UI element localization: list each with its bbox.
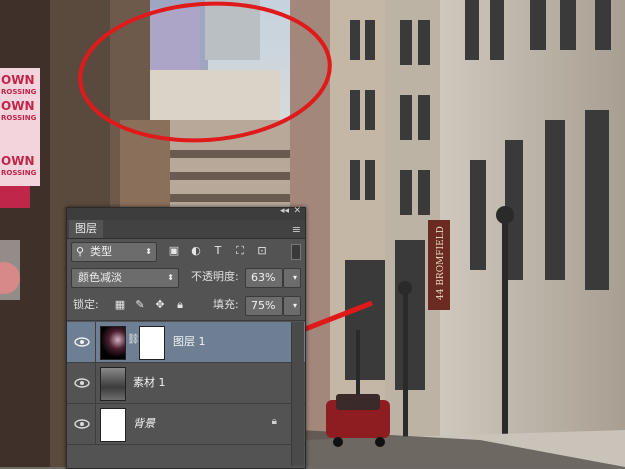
panel-tab-row: 图层 ≡ [67, 220, 305, 239]
layer-thumbnail[interactable] [100, 326, 126, 360]
fill-value: 75% [251, 299, 276, 312]
layer-row-3[interactable]: 背景 🔒︎ [67, 404, 305, 445]
layer-mask-thumbnail[interactable] [139, 326, 165, 360]
svg-text:ROSSING: ROSSING [1, 169, 37, 177]
opacity-field[interactable]: 63% [245, 268, 283, 288]
fill-label: 填充: [213, 298, 239, 311]
opacity-label: 不透明度: [191, 270, 239, 283]
layers-panel: ◂◂ ✕ 图层 ≡ ⚲ 类型 ⬍ ▣ ◐ T ⛶ ⊡ 颜色减淡 ⬍ 不透明度: … [66, 206, 306, 469]
link-icon[interactable]: ⛓ [127, 334, 140, 345]
search-icon: ⚲ [76, 245, 85, 258]
layer-name[interactable]: 背景 [133, 416, 155, 432]
collapse-icon[interactable]: ◂◂ [280, 206, 289, 216]
lock-icon: 🔒︎ [271, 416, 277, 427]
eye-icon[interactable] [73, 375, 91, 391]
store-sign: 44 BROMFIELD [436, 226, 446, 300]
scrollbar[interactable] [291, 322, 304, 466]
svg-text:OWN: OWN [1, 99, 34, 113]
layer-thumbnail[interactable] [100, 367, 126, 401]
svg-text:OWN: OWN [1, 73, 34, 87]
svg-text:ROSSING: ROSSING [1, 114, 37, 122]
filter-type-select[interactable]: ⚲ 类型 ⬍ [71, 242, 157, 262]
pixel-filter-icon[interactable]: ▣ [167, 244, 181, 258]
lock-label: 锁定: [73, 298, 99, 311]
close-icon[interactable]: ✕ [293, 206, 301, 216]
eye-icon[interactable] [73, 334, 91, 350]
chevron-down-icon: ▾ [292, 273, 297, 282]
blend-mode-value: 颜色减淡 [78, 271, 122, 284]
adjustment-filter-icon[interactable]: ◐ [189, 244, 203, 258]
filter-row: ⚲ 类型 ⬍ ▣ ◐ T ⛶ ⊡ [71, 242, 301, 262]
blend-mode-select[interactable]: 颜色减淡 ⬍ [71, 268, 179, 288]
layer-name[interactable]: 图层 1 [173, 334, 206, 350]
panel-menu-icon[interactable]: ≡ [292, 223, 301, 236]
lock-paint-icon[interactable]: ✎ [133, 298, 147, 312]
divider [95, 404, 96, 444]
filter-type-label: 类型 [90, 245, 112, 258]
fill-slider-button[interactable]: ▾ [283, 296, 301, 316]
lock-position-icon[interactable]: ✥ [153, 298, 167, 312]
chevron-updown-icon: ⬍ [167, 273, 174, 282]
lock-transparent-icon[interactable]: ▦ [113, 298, 127, 312]
divider [67, 320, 305, 321]
lock-all-icon[interactable]: 🔒︎ [173, 298, 187, 312]
svg-text:OWN: OWN [1, 154, 34, 168]
divider [95, 363, 96, 403]
lock-row: 锁定: ▦ ✎ ✥ 🔒︎ 填充: 75% ▾ [71, 296, 301, 316]
chevron-updown-icon: ⬍ [145, 247, 152, 256]
opacity-slider-button[interactable]: ▾ [283, 268, 301, 288]
opacity-value: 63% [251, 271, 276, 284]
layer-name[interactable]: 素材 1 [133, 375, 166, 391]
layer-thumbnail[interactable] [100, 408, 126, 442]
panel-titlebar[interactable]: ◂◂ ✕ [67, 206, 305, 220]
layer-row-2[interactable]: 素材 1 [67, 363, 305, 404]
type-filter-icon[interactable]: T [211, 244, 225, 258]
svg-text:ROSSING: ROSSING [1, 88, 37, 96]
fill-field[interactable]: 75% [245, 296, 283, 316]
smart-object-filter-icon[interactable]: ⊡ [255, 244, 269, 258]
blend-row: 颜色减淡 ⬍ 不透明度: 63% ▾ [71, 268, 301, 288]
chevron-down-icon: ▾ [292, 301, 297, 310]
shape-filter-icon[interactable]: ⛶ [233, 244, 247, 258]
divider [95, 322, 96, 362]
eye-icon[interactable] [73, 416, 91, 432]
layer-row-1[interactable]: ⛓ 图层 1 [67, 322, 305, 363]
tab-layers[interactable]: 图层 [69, 220, 103, 238]
filter-toggle[interactable] [291, 244, 301, 260]
